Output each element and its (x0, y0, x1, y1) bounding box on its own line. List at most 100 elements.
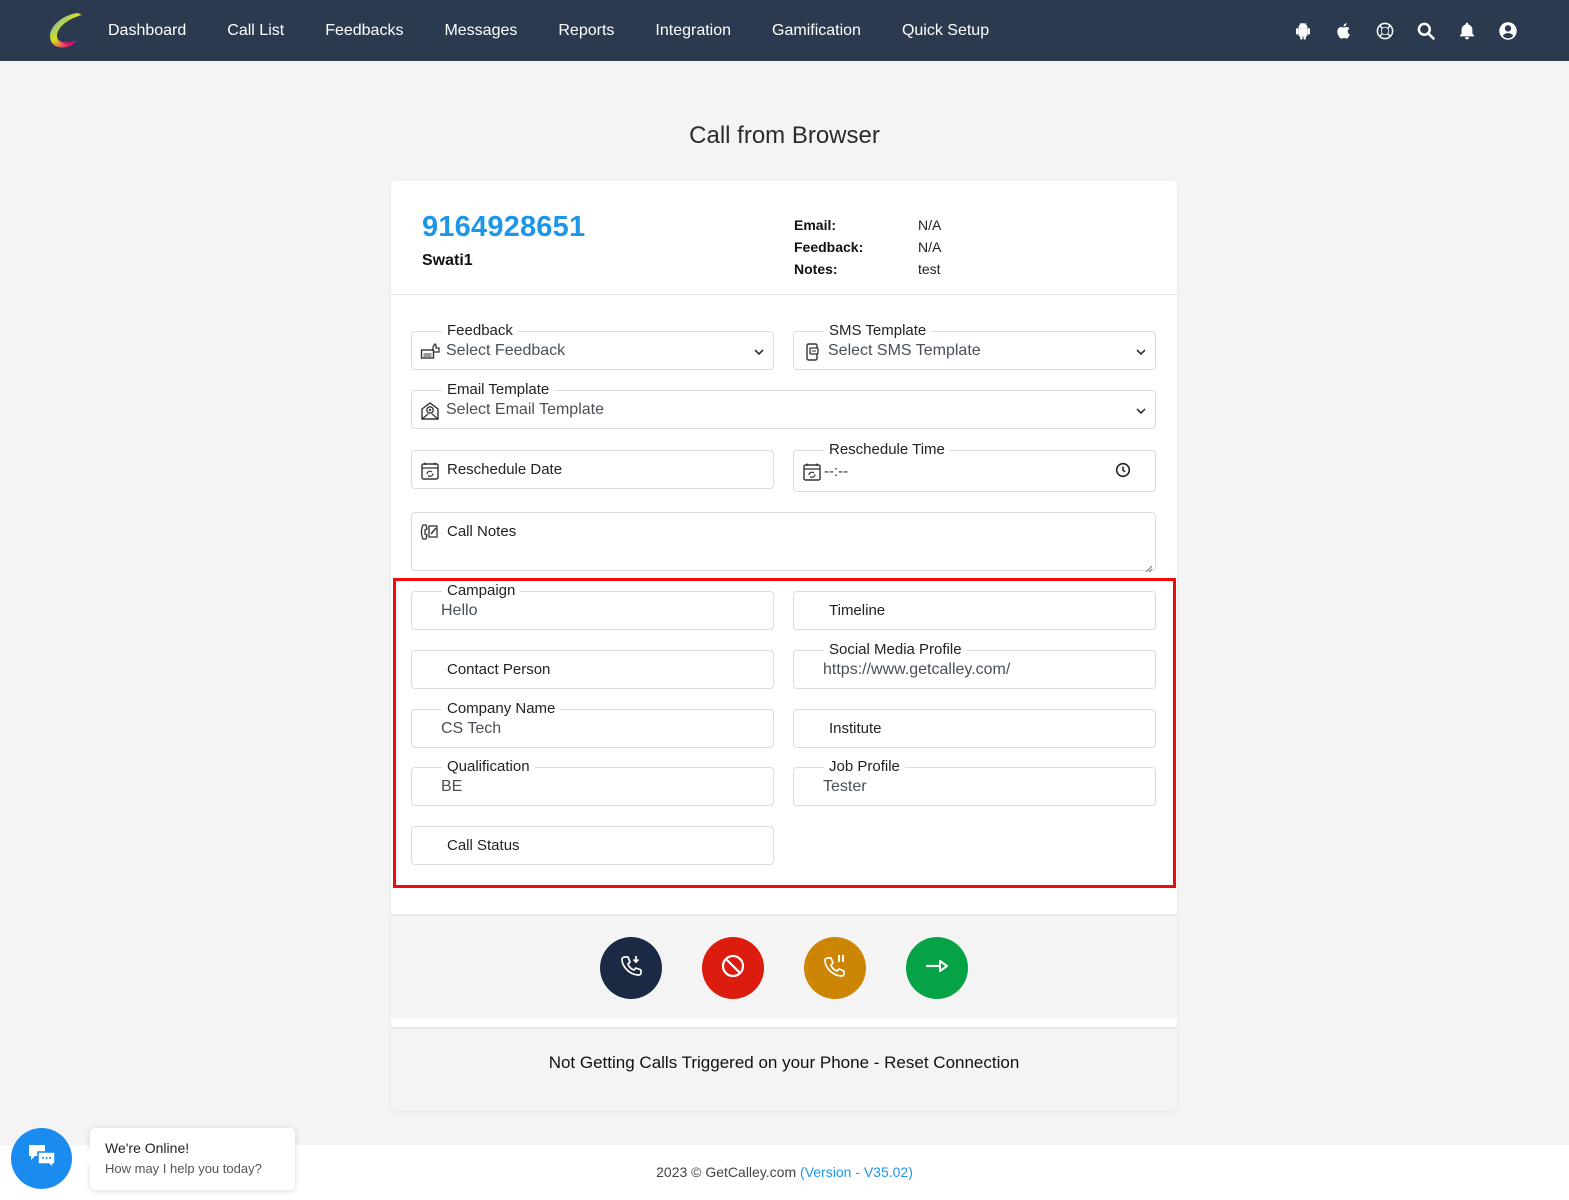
feedback-legend: Feedback (442, 322, 518, 340)
arrow-right-icon (922, 951, 952, 986)
call-status-placeholder: Call Status (447, 837, 520, 854)
social-media-profile-field[interactable]: Social Media Profile https://www.getcall… (793, 641, 1156, 689)
help-lifebuoy-icon[interactable] (1374, 20, 1396, 42)
reschedule-time-value: --:-- (824, 463, 849, 480)
reschedule-date-input[interactable]: Reschedule Date (411, 450, 774, 489)
chevron-down-icon (753, 345, 765, 357)
sms-template-select[interactable]: SMS Template Select SMS Template (793, 322, 1156, 370)
calendar-refresh-icon (420, 462, 440, 480)
info-value: N/A (918, 217, 942, 233)
job-profile-field[interactable]: Job Profile Tester (793, 758, 1156, 806)
feedback-value: Select Feedback (446, 342, 566, 359)
info-label: Feedback: (794, 239, 864, 255)
reschedule-date-placeholder: Reschedule Date (447, 461, 563, 478)
main-nav: Dashboard Call List Feedbacks Messages R… (108, 0, 1030, 61)
timeline-field[interactable]: Timeline (793, 591, 1156, 630)
contact-info-table: Email: N/A Feedback: N/A Notes: test (794, 214, 941, 280)
info-label: Email: (794, 217, 837, 233)
contact-name: Swati1 (422, 252, 473, 269)
user-account-icon[interactable] (1497, 20, 1519, 42)
institute-placeholder: Institute (829, 720, 882, 737)
phone-incoming-icon (616, 951, 646, 986)
page-title: Call from Browser (689, 122, 880, 149)
nav-call-list[interactable]: Call List (227, 22, 284, 40)
nav-quick-setup[interactable]: Quick Setup (902, 22, 989, 40)
email-at-icon (420, 402, 440, 420)
sms-template-value: Select SMS Template (828, 342, 981, 359)
calendar-refresh-icon (802, 463, 822, 481)
hold-call-button[interactable] (804, 937, 866, 999)
feedback-select[interactable]: Feedback Select Feedback (411, 322, 774, 370)
info-value: test (918, 261, 941, 277)
chat-launcher-button[interactable] (11, 1128, 72, 1189)
next-call-button[interactable] (906, 937, 968, 999)
company-name-field[interactable]: Company Name CS Tech (411, 700, 774, 748)
social-media-profile-value: https://www.getcalley.com/ (823, 661, 1011, 678)
nav-icon-group (1273, 0, 1519, 61)
chat-subtitle: How may I help you today? (105, 1161, 262, 1176)
reset-connection-bar: Not Getting Calls Triggered on your Phon… (391, 1027, 1177, 1111)
company-name-value: CS Tech (441, 720, 502, 737)
search-icon[interactable] (1415, 20, 1437, 42)
institute-field[interactable]: Institute (793, 709, 1156, 748)
nav-feedbacks[interactable]: Feedbacks (325, 22, 403, 40)
company-name-legend: Company Name (442, 700, 561, 718)
phone-notes-icon (420, 523, 440, 541)
nav-integration[interactable]: Integration (655, 22, 731, 40)
clock-icon[interactable] (1115, 462, 1131, 478)
ban-icon (718, 951, 748, 986)
qualification-value: BE (441, 778, 463, 795)
call-notes-placeholder: Call Notes (447, 523, 517, 540)
chat-bubbles-icon (26, 1140, 58, 1177)
call-card: 9164928651 Swati1 Email: N/A Feedback: N… (391, 181, 1177, 1111)
chevron-down-icon (1135, 404, 1147, 416)
nav-messages[interactable]: Messages (444, 22, 517, 40)
qualification-field[interactable]: Qualification BE (411, 758, 774, 806)
campaign-value: Hello (441, 602, 478, 619)
footer-version-link[interactable]: (Version - V35.02) (800, 1164, 913, 1180)
email-template-select[interactable]: Email Template Select Email Template (411, 381, 1156, 429)
email-template-legend: Email Template (442, 381, 555, 399)
campaign-legend: Campaign (442, 582, 521, 600)
chat-greeting-popup[interactable]: We're Online! How may I help you today? (90, 1128, 295, 1190)
resize-handle-icon[interactable] (1145, 560, 1153, 573)
call-status-field[interactable]: Call Status (411, 826, 774, 865)
nav-reports[interactable]: Reports (558, 22, 614, 40)
job-profile-value: Tester (823, 778, 867, 795)
contact-person-placeholder: Contact Person (447, 661, 551, 678)
campaign-field[interactable]: Campaign Hello (411, 582, 774, 630)
reschedule-time-legend: Reschedule Time (824, 441, 950, 459)
call-button[interactable] (600, 937, 662, 999)
sms-template-legend: SMS Template (824, 322, 932, 340)
feedback-thumbs-up-icon (420, 342, 440, 361)
job-profile-legend: Job Profile (824, 758, 905, 776)
social-media-profile-legend: Social Media Profile (824, 641, 967, 659)
reschedule-time-input[interactable]: Reschedule Time --:-- (793, 441, 1156, 492)
phone-pause-icon (820, 951, 850, 986)
contact-header: 9164928651 Swati1 Email: N/A Feedback: N… (391, 181, 1177, 295)
chevron-down-icon (1135, 345, 1147, 357)
contact-person-field[interactable]: Contact Person (411, 650, 774, 689)
info-value: N/A (918, 239, 942, 255)
nav-gamification[interactable]: Gamification (772, 22, 861, 40)
apple-icon[interactable] (1333, 20, 1355, 42)
reset-connection-link[interactable]: Not Getting Calls Triggered on your Phon… (391, 1053, 1177, 1073)
getcalley-logo[interactable] (44, 8, 88, 52)
call-actions-bar (391, 914, 1177, 1018)
contact-phone-number[interactable]: 9164928651 (422, 211, 585, 244)
chat-title: We're Online! (105, 1140, 190, 1156)
footer-copyright: 2023 © GetCalley.com (656, 1164, 801, 1180)
android-icon[interactable] (1292, 20, 1314, 42)
end-call-button[interactable] (702, 937, 764, 999)
bell-icon[interactable] (1456, 20, 1478, 42)
mobile-message-icon (802, 343, 822, 361)
call-notes-textarea[interactable]: Call Notes (411, 512, 1156, 573)
email-template-value: Select Email Template (446, 401, 604, 418)
info-row-notes: Notes: test (794, 258, 941, 280)
qualification-legend: Qualification (442, 758, 535, 776)
top-navbar: Dashboard Call List Feedbacks Messages R… (0, 0, 1569, 61)
info-row-feedback: Feedback: N/A (794, 236, 941, 258)
timeline-placeholder: Timeline (829, 602, 886, 619)
info-row-email: Email: N/A (794, 214, 941, 236)
nav-dashboard[interactable]: Dashboard (108, 22, 186, 40)
